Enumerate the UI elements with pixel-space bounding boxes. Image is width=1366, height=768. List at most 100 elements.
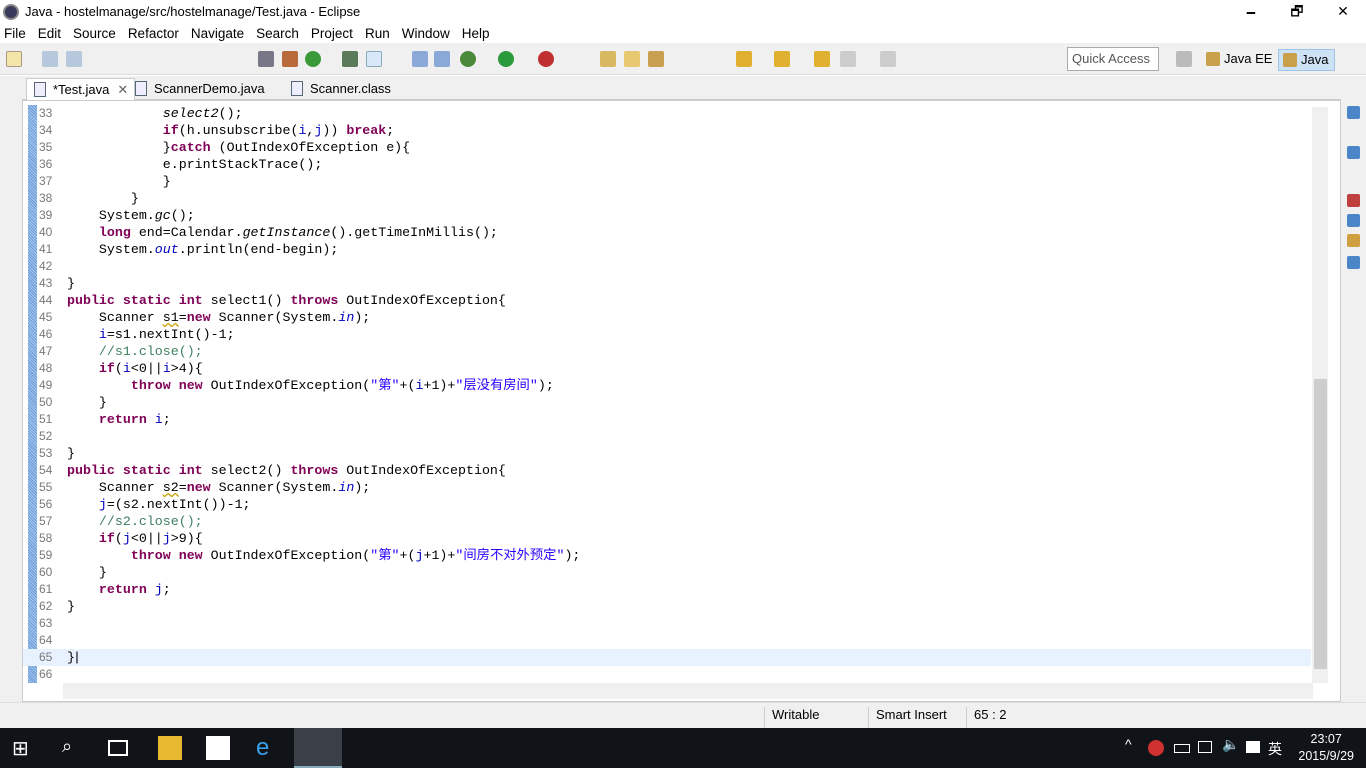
tray-expand-icon[interactable]: ^ <box>1125 736 1149 760</box>
outline-icon[interactable] <box>1347 146 1360 159</box>
menu-window[interactable]: Window <box>402 26 450 41</box>
back-icon[interactable] <box>840 51 856 67</box>
mark-occurrences-icon[interactable] <box>366 51 382 67</box>
clock[interactable]: 23:07 2015/9/29 <box>1298 731 1354 765</box>
code-lines[interactable]: 33 select2(); 34 if(h.unsubscribe(i,j)) b… <box>23 105 1311 683</box>
code-line[interactable]: 58 if(j<0||j>9){ <box>23 530 1311 547</box>
menu-search[interactable]: Search <box>256 26 299 41</box>
restore-button[interactable]: 🗗 <box>1274 0 1320 23</box>
open-folder-icon[interactable] <box>624 51 640 67</box>
vertical-scrollbar[interactable] <box>1312 107 1328 683</box>
menu-help[interactable]: Help <box>462 26 490 41</box>
code-line[interactable]: 60 } <box>23 564 1311 581</box>
new-icon[interactable] <box>6 51 22 67</box>
run-icon[interactable] <box>498 51 514 67</box>
code-line[interactable]: 66 <box>23 666 1311 683</box>
eclipse-taskbar-icon[interactable] <box>294 728 342 768</box>
internet-explorer-icon[interactable]: e <box>256 736 280 760</box>
block-selection-icon[interactable] <box>412 51 428 67</box>
store-icon[interactable] <box>206 736 230 760</box>
code-line[interactable]: 54 public static int select2() throws Out… <box>23 462 1311 479</box>
declaration-icon[interactable] <box>1347 234 1360 247</box>
code-line[interactable]: 39 System.gc(); <box>23 207 1311 224</box>
code-line[interactable]: 40 long end=Calendar.getInstance().getTi… <box>23 224 1311 241</box>
javadoc-icon[interactable] <box>1347 214 1360 227</box>
windows-start-icon[interactable]: ⊞ <box>12 736 36 760</box>
external-tools-icon[interactable] <box>538 51 554 67</box>
volume-icon[interactable]: 🔈 <box>1222 736 1246 760</box>
open-perspective-icon[interactable] <box>1176 51 1192 67</box>
network-icon[interactable] <box>1198 741 1212 753</box>
perspective-java-ee[interactable]: Java EE <box>1202 49 1278 71</box>
file-explorer-icon[interactable] <box>158 736 182 760</box>
console-icon[interactable] <box>1347 256 1360 269</box>
tray-app-icon[interactable] <box>1148 740 1164 756</box>
menu-run[interactable]: Run <box>365 26 390 41</box>
code-editor[interactable]: 33 select2(); 34 if(h.unsubscribe(i,j)) b… <box>22 100 1341 702</box>
previous-annotation-icon[interactable] <box>774 51 790 67</box>
code-line[interactable]: 47 //s1.close(); <box>23 343 1311 360</box>
save-icon[interactable] <box>42 51 58 67</box>
code-line[interactable]: 43} <box>23 275 1311 292</box>
show-whitespace-icon[interactable] <box>434 51 450 67</box>
code-line[interactable]: 33 select2(); <box>23 105 1311 122</box>
search-icon[interactable] <box>342 51 358 67</box>
code-line[interactable]: 35 }catch (OutIndexOfException e){ <box>23 139 1311 156</box>
code-line[interactable]: 57 //s2.close(); <box>23 513 1311 530</box>
new-class-icon[interactable] <box>305 51 321 67</box>
code-line[interactable]: 49 throw new OutIndexOfException("第"+(i+… <box>23 377 1311 394</box>
open-task-icon[interactable] <box>648 51 664 67</box>
menu-navigate[interactable]: Navigate <box>191 26 244 41</box>
code-line[interactable]: 41 System.out.println(end-begin); <box>23 241 1311 258</box>
code-line[interactable]: 48 if(i<0||i>4){ <box>23 360 1311 377</box>
code-line[interactable]: 65}| <box>23 649 1311 666</box>
last-edit-icon[interactable] <box>814 51 830 67</box>
minimize-button[interactable]: 🗕 <box>1228 0 1274 23</box>
menu-edit[interactable]: Edit <box>38 26 61 41</box>
code-line[interactable]: 37 } <box>23 173 1311 190</box>
save-all-icon[interactable] <box>66 51 82 67</box>
code-line[interactable]: 51 return i; <box>23 411 1311 428</box>
ime-indicator[interactable]: 英 <box>1268 739 1292 763</box>
code-line[interactable]: 34 if(h.unsubscribe(i,j)) break; <box>23 122 1311 139</box>
menu-source[interactable]: Source <box>73 26 116 41</box>
toggle-breadcrumb-icon[interactable] <box>258 51 274 67</box>
debug-icon[interactable] <box>460 51 476 67</box>
close-button[interactable]: ✕ <box>1320 0 1366 23</box>
next-annotation-icon[interactable] <box>736 51 752 67</box>
horizontal-scrollbar[interactable] <box>63 683 1313 699</box>
close-tab-icon[interactable]: ✕ <box>117 82 128 97</box>
code-line[interactable]: 53} <box>23 445 1311 462</box>
new-project-icon[interactable] <box>600 51 616 67</box>
code-line[interactable]: 56 j=(s2.nextInt())-1; <box>23 496 1311 513</box>
code-line[interactable]: 45 Scanner s1=new Scanner(System.in); <box>23 309 1311 326</box>
code-line[interactable]: 61 return j; <box>23 581 1311 598</box>
scrollbar-thumb[interactable] <box>1314 379 1327 669</box>
code-line[interactable]: 44 public static int select1() throws Out… <box>23 292 1311 309</box>
code-line[interactable]: 59 throw new OutIndexOfException("第"+(j+… <box>23 547 1311 564</box>
perspective-java[interactable]: Java <box>1278 49 1336 71</box>
battery-icon[interactable] <box>1174 744 1190 753</box>
action-center-icon[interactable] <box>1246 741 1260 753</box>
code-line[interactable]: 64 <box>23 632 1311 649</box>
quick-access-input[interactable]: Quick Access <box>1067 47 1159 71</box>
forward-icon[interactable] <box>880 51 896 67</box>
code-line[interactable]: 42 <box>23 258 1311 275</box>
problems-icon[interactable] <box>1347 194 1360 207</box>
code-line[interactable]: 36 e.printStackTrace(); <box>23 156 1311 173</box>
tab-scanner-class[interactable]: Scanner.class <box>284 78 397 100</box>
task-list-icon[interactable] <box>1347 106 1360 119</box>
search-icon[interactable]: ⌕ <box>62 736 86 760</box>
tab-test-java[interactable]: *Test.java ✕ <box>26 78 136 100</box>
open-type-icon[interactable] <box>282 51 298 67</box>
code-line[interactable]: 55 Scanner s2=new Scanner(System.in); <box>23 479 1311 496</box>
menu-project[interactable]: Project <box>311 26 353 41</box>
menu-file[interactable]: File <box>4 26 26 41</box>
code-line[interactable]: 50 } <box>23 394 1311 411</box>
menu-refactor[interactable]: Refactor <box>128 26 179 41</box>
code-line[interactable]: 62} <box>23 598 1311 615</box>
code-line[interactable]: 46 i=s1.nextInt()-1; <box>23 326 1311 343</box>
code-line[interactable]: 38 } <box>23 190 1311 207</box>
code-line[interactable]: 63 <box>23 615 1311 632</box>
code-line[interactable]: 52 <box>23 428 1311 445</box>
